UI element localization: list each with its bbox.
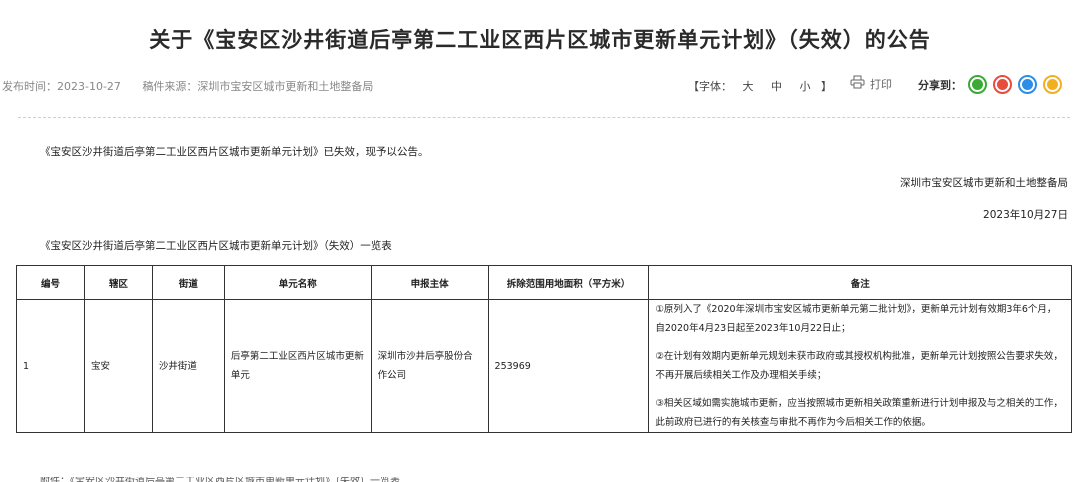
remark-item: ①原列入了《2020年深圳市宝安区城市更新单元第二批计划》，更新单元计划有效期3… (655, 304, 1057, 334)
font-size-prefix: 【字体： (688, 80, 732, 93)
remark-item: ③相关区域如需实施城市更新，应当按照城市更新相关政策重新进行计划申报及与之相关的… (655, 398, 1063, 428)
issuer-signature: 深圳市宝安区城市更新和土地整备局 (900, 177, 1068, 189)
wechat-share-icon[interactable] (968, 75, 987, 94)
qzone-share-icon[interactable] (1043, 75, 1062, 94)
remark-item: ②在计划有效期内更新单元规划未获市政府或其授权机构批准，更新单元计划按照公告要求… (655, 351, 1063, 381)
header-cell: 申报主体 (370, 265, 489, 300)
cell-district: 宝安 (83, 299, 153, 433)
font-size-large-button[interactable]: 大 (743, 80, 754, 93)
weibo-share-icon[interactable] (993, 75, 1012, 94)
header-cell: 编号 (16, 265, 85, 300)
table-caption: 《宝安区沙井街道后亭第二工业区西片区城市更新单元计划》（失效）一览表 (40, 240, 392, 252)
table-row: 1 宝安 沙井街道 后亭第二工业区西片区城市更新单元 深圳市沙井后亭股份合作公司… (16, 299, 1072, 433)
header-cell: 辖区 (83, 265, 153, 300)
divider (18, 117, 1070, 118)
print-button[interactable]: 打印 (850, 75, 892, 92)
plan-table: 编号 辖区 街道 单元名称 申报主体 拆除范围用地面积（平方米） 备注 1 宝安… (16, 265, 1072, 433)
font-size-medium-button[interactable]: 中 (771, 80, 782, 93)
cell-unit-name: 后亭第二工业区西片区城市更新单元 (223, 299, 372, 433)
article-meta: 发布时间：2023-10-27 稿件来源：深圳市宝安区城市更新和土地整备局 (2, 78, 391, 94)
issue-date: 2023年10月27日 (983, 209, 1068, 221)
header-cell: 街道 (151, 265, 225, 300)
font-size-control: 【字体： 大 中 小 】 (688, 78, 832, 94)
cell-street: 沙井街道 (151, 299, 225, 433)
printer-icon (850, 75, 870, 92)
header-cell: 单元名称 (223, 265, 372, 300)
header-cell: 备注 (648, 265, 1072, 300)
notice-text: 《宝安区沙井街道后亭第二工业区西片区城市更新单元计划》已失效，现予以公告。 (40, 146, 429, 158)
cell-number: 1 (16, 299, 85, 433)
qq-share-icon[interactable] (1018, 75, 1037, 94)
share-bar: 分享到： (918, 75, 1068, 94)
font-size-suffix: 】 (821, 80, 832, 93)
cell-remarks: ①原列入了《2020年深圳市宝安区城市更新单元第二批计划》，更新单元计划有效期3… (648, 299, 1072, 433)
table-header-row: 编号 辖区 街道 单元名称 申报主体 拆除范围用地面积（平方米） 备注 (16, 265, 1072, 300)
share-label: 分享到： (918, 78, 962, 92)
print-label: 打印 (870, 77, 892, 91)
header-cell: 拆除范围用地面积（平方米） (487, 265, 650, 300)
meta-bar: 发布时间：2023-10-27 稿件来源：深圳市宝安区城市更新和土地整备局 【字… (0, 72, 1080, 100)
publish-time: 发布时间：2023-10-27 (2, 80, 121, 93)
article-source: 稿件来源：深圳市宝安区城市更新和土地整备局 (142, 80, 374, 93)
font-size-small-button[interactable]: 小 (800, 80, 811, 93)
attachment-line: 附件：《宝安区沙井街道后亭第二工业区西片区城市更新单元计划》（失效）一览表 (40, 477, 420, 482)
cell-area: 253969 (487, 299, 650, 433)
page-title: 关于《宝安区沙井街道后亭第二工业区西片区城市更新单元计划》（失效）的公告 (149, 27, 931, 52)
cell-applicant: 深圳市沙井后亭股份合作公司 (370, 299, 489, 433)
